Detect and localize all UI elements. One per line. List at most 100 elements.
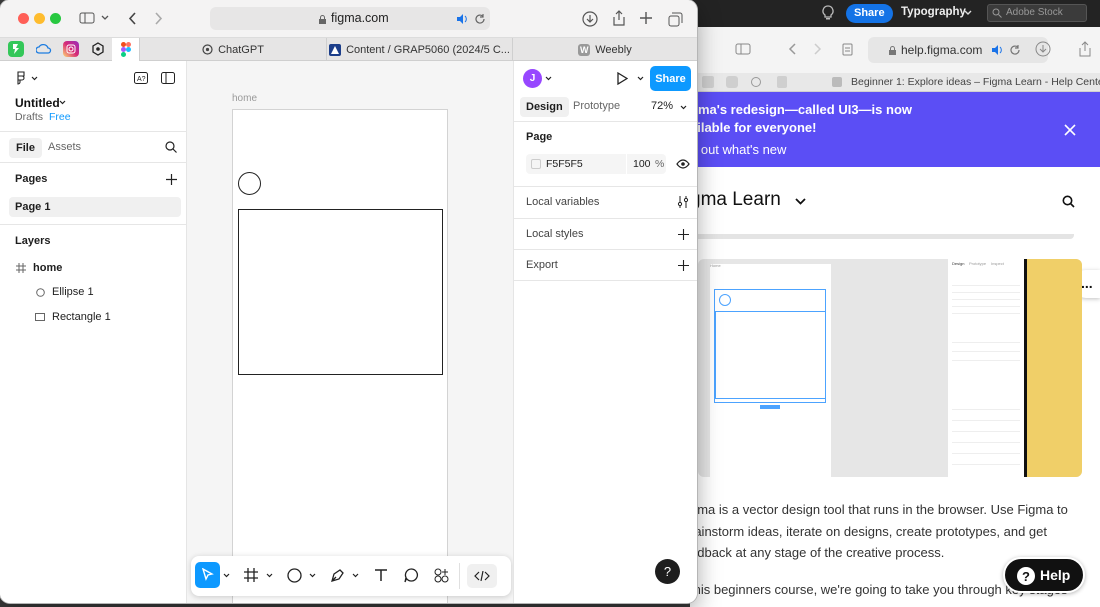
sidebar-toggle-icon[interactable] xyxy=(734,42,752,56)
help-tab-title[interactable]: Beginner 1: Explore ideas – Figma Learn … xyxy=(851,76,1100,88)
layer-row-home[interactable]: home xyxy=(9,258,181,278)
comment-tool-icon[interactable] xyxy=(403,567,419,583)
chatgpt-icon[interactable] xyxy=(90,41,106,57)
ui-toggle-icon[interactable]: A? xyxy=(133,70,149,86)
lightbulb-icon[interactable] xyxy=(820,4,836,22)
close-window-button[interactable] xyxy=(18,13,29,24)
share-icon[interactable] xyxy=(610,9,628,27)
chevron-down-icon[interactable] xyxy=(351,571,359,579)
export-label[interactable]: Export xyxy=(526,259,558,271)
speaker-icon[interactable] xyxy=(990,43,1006,57)
banner-link[interactable]: d out what's new xyxy=(690,142,786,157)
search-icon[interactable] xyxy=(1060,193,1076,209)
layer-row-rectangle[interactable]: Rectangle 1 xyxy=(9,307,181,327)
chevron-down-icon[interactable] xyxy=(544,74,552,82)
color-swatch[interactable] xyxy=(531,159,541,169)
local-variables-label[interactable]: Local variables xyxy=(526,196,599,208)
text-tool-icon[interactable] xyxy=(373,567,389,583)
zoom-level[interactable]: 72% xyxy=(651,100,673,112)
move-tool-icon[interactable] xyxy=(195,562,220,588)
back-icon[interactable] xyxy=(126,10,138,26)
frame-tool-icon[interactable] xyxy=(243,567,259,583)
tab-figma-active[interactable] xyxy=(112,38,140,61)
tab-file[interactable]: File xyxy=(9,138,42,158)
reload-icon[interactable] xyxy=(473,12,487,26)
figma-menu-icon[interactable] xyxy=(14,71,28,85)
chevron-down-icon[interactable] xyxy=(100,13,110,23)
share-icon[interactable] xyxy=(1076,40,1094,58)
actions-tool-icon[interactable] xyxy=(433,567,449,583)
speaker-icon[interactable] xyxy=(455,12,471,25)
instagram-icon[interactable] xyxy=(63,41,79,57)
shape-tool-icon[interactable] xyxy=(286,567,302,583)
chevron-down-icon[interactable] xyxy=(265,571,273,579)
chevron-down-icon[interactable] xyxy=(58,98,66,106)
sliders-icon[interactable] xyxy=(676,195,690,209)
plan-badge[interactable]: Free xyxy=(49,111,71,123)
file-name[interactable]: Untitled xyxy=(15,96,60,110)
tab-weebly[interactable]: W Weebly xyxy=(513,38,697,61)
adobe-share-button[interactable]: Share xyxy=(846,4,893,23)
frame-home[interactable] xyxy=(232,109,448,603)
pinned-tab-favicon[interactable] xyxy=(702,76,714,88)
frame-label[interactable]: home xyxy=(232,93,257,104)
present-play-icon[interactable] xyxy=(614,70,630,86)
instagram-icon[interactable] xyxy=(726,76,738,88)
chatgpt-icon[interactable] xyxy=(750,76,762,88)
address-bar[interactable]: figma.com xyxy=(210,7,490,30)
reload-icon[interactable] xyxy=(1008,43,1022,57)
chevron-down-icon[interactable] xyxy=(636,74,644,82)
rectangle-1[interactable] xyxy=(238,209,443,375)
chevron-down-icon[interactable] xyxy=(308,571,316,579)
help-address-bar[interactable]: help.figma.com xyxy=(868,37,1048,63)
add-style-icon[interactable] xyxy=(676,227,690,241)
chevron-down-icon[interactable] xyxy=(30,74,38,82)
chevron-down-icon[interactable] xyxy=(679,103,687,111)
share-button[interactable]: Share xyxy=(650,66,691,91)
tab-design[interactable]: Design xyxy=(520,97,569,117)
page-item-page-1[interactable]: Page 1 xyxy=(9,197,181,217)
avatar[interactable]: J xyxy=(523,69,542,88)
download-icon[interactable] xyxy=(1034,40,1052,58)
panel-toggle-icon[interactable] xyxy=(160,70,176,86)
pinned-cloud-icon[interactable] xyxy=(34,41,54,57)
adobe-stock-search[interactable]: Adobe Stock xyxy=(987,4,1087,22)
local-styles-label[interactable]: Local styles xyxy=(526,228,583,240)
download-icon[interactable] xyxy=(581,10,599,28)
ellipse-1[interactable] xyxy=(238,172,261,195)
add-page-icon[interactable] xyxy=(165,173,177,185)
pinned-messages-icon[interactable] xyxy=(8,41,24,57)
drafts-label[interactable]: Drafts xyxy=(15,111,43,123)
tab-chatgpt[interactable]: ChatGPT xyxy=(140,38,327,61)
bg-opacity-value[interactable]: 100 xyxy=(633,158,651,170)
reader-icon[interactable] xyxy=(840,42,854,56)
tab-assets[interactable]: Assets xyxy=(48,141,81,153)
chevron-down-icon[interactable] xyxy=(222,571,230,579)
new-tab-icon[interactable] xyxy=(638,10,654,26)
help-question-button[interactable]: ? xyxy=(655,559,680,584)
forward-icon[interactable] xyxy=(812,42,824,56)
help-button[interactable]: ? Help xyxy=(1003,557,1085,593)
close-icon[interactable] xyxy=(1062,122,1078,138)
sidebar-toggle-icon[interactable] xyxy=(78,11,96,25)
chevron-down-icon[interactable] xyxy=(793,194,807,208)
pen-tool-icon[interactable] xyxy=(329,567,345,583)
tab-overview-icon[interactable] xyxy=(666,10,684,28)
minimize-window-button[interactable] xyxy=(34,13,45,24)
forward-icon[interactable] xyxy=(153,10,165,26)
back-icon[interactable] xyxy=(786,42,798,56)
add-export-icon[interactable] xyxy=(676,258,690,272)
tab-content[interactable]: Content / GRAP5060 (2024/5 C... xyxy=(327,38,513,61)
learn-title[interactable]: gma Learn xyxy=(690,189,781,211)
layer-row-ellipse[interactable]: Ellipse 1 xyxy=(9,282,181,302)
dev-mode-icon[interactable] xyxy=(467,564,497,588)
bg-color-field[interactable]: F5F5F5 100 % xyxy=(526,154,666,174)
search-icon[interactable] xyxy=(164,140,178,154)
typography-menu[interactable]: Typography xyxy=(901,6,966,18)
figma-icon[interactable] xyxy=(777,76,787,88)
maximize-window-button[interactable] xyxy=(50,13,61,24)
bg-color-value[interactable]: F5F5F5 xyxy=(546,158,583,170)
eye-icon[interactable] xyxy=(675,158,691,170)
tab-prototype[interactable]: Prototype xyxy=(573,100,620,112)
figma-canvas[interactable]: home xyxy=(187,61,513,603)
